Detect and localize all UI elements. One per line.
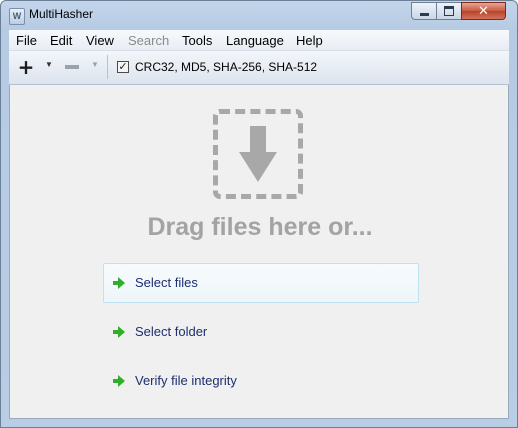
select-folder-button[interactable]: Select folder <box>103 312 419 352</box>
window-title: MultiHasher <box>29 7 94 21</box>
close-icon: ✕ <box>478 3 489 19</box>
remove-dropdown-icon[interactable]: ▼ <box>91 61 99 69</box>
drop-area[interactable]: Drag files here or... Select files Selec… <box>9 85 509 419</box>
menu-edit[interactable]: Edit <box>50 33 72 48</box>
select-folder-label: Select folder <box>135 324 208 339</box>
menu-help[interactable]: Help <box>296 33 323 48</box>
green-arrow-icon <box>113 277 125 289</box>
minimize-icon <box>419 12 429 16</box>
remove-icon[interactable] <box>65 65 79 69</box>
add-icon[interactable]: + <box>17 57 35 77</box>
algorithms-checkbox[interactable]: ✓ <box>117 61 129 73</box>
menu-bar: File Edit View Search Tools Language Hel… <box>9 30 509 51</box>
close-button[interactable]: ✕ <box>461 2 506 20</box>
algorithms-label[interactable]: CRC32, MD5, SHA-256, SHA-512 <box>135 60 317 74</box>
toolbar: + ▼ ▼ ✓ CRC32, MD5, SHA-256, SHA-512 <box>9 51 509 85</box>
select-files-label: Select files <box>135 275 198 290</box>
app-window: W MultiHasher ✕ File Edit View Search To… <box>0 0 518 428</box>
drop-target[interactable] <box>213 109 303 199</box>
title-bar[interactable]: W MultiHasher ✕ <box>1 1 517 29</box>
drop-prompt: Drag files here or... <box>147 213 373 241</box>
verify-integrity-label: Verify file integrity <box>135 373 237 388</box>
add-dropdown-icon[interactable]: ▼ <box>45 61 53 69</box>
minimize-button[interactable] <box>411 2 437 20</box>
select-files-button[interactable]: Select files <box>103 263 419 303</box>
menu-view[interactable]: View <box>86 33 114 48</box>
toolbar-separator <box>107 55 108 79</box>
green-arrow-icon <box>113 326 125 338</box>
menu-language[interactable]: Language <box>226 33 284 48</box>
verify-integrity-button[interactable]: Verify file integrity <box>103 361 419 401</box>
maximize-icon <box>444 6 454 16</box>
menu-tools[interactable]: Tools <box>182 33 212 48</box>
maximize-button[interactable] <box>436 2 462 20</box>
app-icon[interactable]: W <box>9 8 25 25</box>
menu-file[interactable]: File <box>16 33 37 48</box>
menu-search: Search <box>128 33 170 48</box>
green-arrow-icon <box>113 375 125 387</box>
download-arrow-icon <box>239 126 277 182</box>
